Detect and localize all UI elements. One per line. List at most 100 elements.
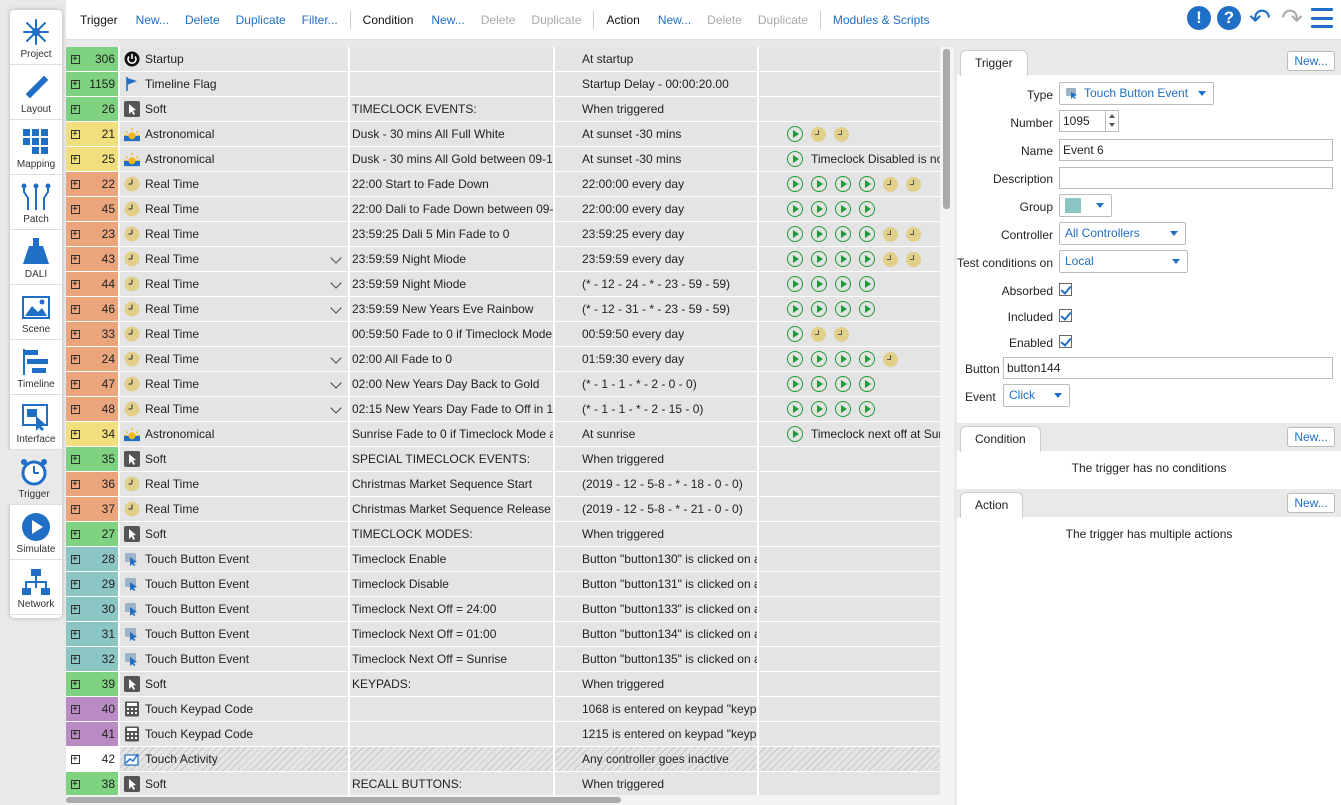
table-row[interactable]: +28 Touch Button Event Timeclock Enable But… — [66, 547, 940, 572]
table-row[interactable]: +33 Real Time 00:59:50 Fade to 0 if Timecl… — [66, 322, 940, 347]
trigger-new-panel-button[interactable]: New... — [1287, 51, 1335, 71]
nav-item-interface[interactable]: Interface — [10, 395, 62, 450]
group-select[interactable] — [1059, 194, 1112, 217]
expand-icon[interactable]: + — [70, 604, 80, 614]
number-stepper[interactable]: 1095 — [1059, 110, 1119, 132]
expand-icon[interactable]: + — [70, 154, 80, 164]
table-row[interactable]: +46 Real Time 23:59:59 New Years Eve Rainb… — [66, 297, 940, 322]
controller-select[interactable]: All Controllers — [1059, 222, 1186, 245]
expand-icon[interactable]: + — [70, 404, 80, 414]
expand-icon[interactable]: + — [70, 379, 80, 389]
expand-icon[interactable]: + — [70, 304, 80, 314]
table-row[interactable]: +48 Real Time 02:15 New Years Day Fade to … — [66, 397, 940, 422]
expand-icon[interactable]: + — [70, 329, 80, 339]
absorbed-checkbox[interactable] — [1059, 283, 1072, 296]
tab-condition[interactable]: Condition — [960, 426, 1041, 452]
expand-icon[interactable]: + — [70, 279, 80, 289]
modules-scripts-button[interactable]: Modules & Scripts — [825, 13, 938, 27]
table-row[interactable]: +30 Touch Button Event Timeclock Next Off … — [66, 597, 940, 622]
enabled-checkbox[interactable] — [1059, 335, 1072, 348]
expand-icon[interactable]: + — [70, 729, 80, 739]
event-select[interactable]: Click — [1003, 384, 1070, 407]
table-row[interactable]: +34 Astronomical Sunrise Fade to 0 if Time… — [66, 422, 940, 447]
expand-icon[interactable]: + — [70, 504, 80, 514]
expand-icon[interactable]: + — [70, 229, 80, 239]
nav-item-trigger[interactable]: Trigger — [6, 450, 62, 505]
table-row[interactable]: +26 Soft TIMECLOCK EVENTS: When triggered — [66, 97, 940, 122]
table-row[interactable]: +47 Real Time 02:00 New Years Day Back to … — [66, 372, 940, 397]
nav-item-dali[interactable]: DALI — [10, 230, 62, 285]
table-row[interactable]: +42 Touch Activity Any controller goes ina… — [66, 747, 940, 772]
tab-action[interactable]: Action — [960, 492, 1024, 518]
table-row[interactable]: +27 Soft TIMECLOCK MODES: When triggered — [66, 522, 940, 547]
type-select[interactable]: Touch Button Event — [1059, 82, 1214, 105]
table-row[interactable]: +1159 Timeline Flag Startup Delay - 00:00:… — [66, 72, 940, 97]
expand-icon[interactable]: + — [70, 179, 80, 189]
horizontal-scrollbar[interactable] — [66, 795, 940, 805]
action-new-panel-button[interactable]: New... — [1287, 493, 1335, 513]
table-row[interactable]: +22 Real Time 22:00 Start to Fade Down 22:0… — [66, 172, 940, 197]
nav-item-simulate[interactable]: Simulate — [10, 505, 62, 560]
trigger-duplicate-button[interactable]: Duplicate — [228, 13, 294, 27]
table-row[interactable]: +35 Soft SPECIAL TIMECLOCK EVENTS: When tri… — [66, 447, 940, 472]
help-icon[interactable]: ? — [1217, 6, 1241, 30]
hamburger-menu-icon[interactable] — [1311, 8, 1333, 28]
alert-icon[interactable]: ! — [1187, 6, 1211, 30]
trigger-delete-button[interactable]: Delete — [177, 13, 228, 27]
expand-icon[interactable]: + — [70, 54, 80, 64]
test-conditions-select[interactable]: Local — [1059, 250, 1188, 273]
table-row[interactable]: +40 Touch Keypad Code 1068 is entered on k… — [66, 697, 940, 722]
name-field[interactable] — [1059, 139, 1333, 161]
stepper-arrows[interactable] — [1105, 111, 1118, 131]
table-row[interactable]: +38 Soft RECALL BUTTONS: When triggered — [66, 772, 940, 797]
tab-trigger[interactable]: Trigger — [960, 50, 1028, 76]
expand-icon[interactable]: + — [70, 79, 80, 89]
table-row[interactable]: +37 Real Time Christmas Market Sequence Re… — [66, 497, 940, 522]
horizontal-scroll-thumb[interactable] — [66, 797, 621, 803]
table-row[interactable]: +23 Real Time 23:59:25 Dali 5 Min Fade to … — [66, 222, 940, 247]
table-row[interactable]: +36 Real Time Christmas Market Sequence St… — [66, 472, 940, 497]
table-row[interactable]: +45 Real Time 22:00 Dali to Fade Down betw… — [66, 197, 940, 222]
button-field[interactable] — [1003, 357, 1333, 379]
table-row[interactable]: +31 Touch Button Event Timeclock Next Off … — [66, 622, 940, 647]
chevron-down-icon[interactable] — [330, 277, 342, 289]
chevron-down-icon[interactable] — [330, 302, 342, 314]
expand-icon[interactable]: + — [70, 529, 80, 539]
condition-new-button[interactable]: New... — [423, 13, 472, 27]
chevron-down-icon[interactable] — [330, 252, 342, 264]
table-row[interactable]: +41 Touch Keypad Code 1215 is entered on k… — [66, 722, 940, 747]
expand-icon[interactable]: + — [70, 629, 80, 639]
nav-item-layout[interactable]: Layout — [10, 65, 62, 120]
nav-item-project[interactable]: Project — [10, 10, 62, 65]
table-row[interactable]: +32 Touch Button Event Timeclock Next Off … — [66, 647, 940, 672]
undo-icon[interactable]: ↶ — [1247, 5, 1273, 31]
expand-icon[interactable]: + — [70, 354, 80, 364]
table-row[interactable]: +43 Real Time 23:59:59 Night Miode 23:59:59… — [66, 247, 940, 272]
expand-icon[interactable]: + — [70, 554, 80, 564]
nav-item-timeline[interactable]: Timeline — [10, 340, 62, 395]
expand-icon[interactable]: + — [70, 754, 80, 764]
trigger-filter-button[interactable]: Filter... — [294, 13, 346, 27]
chevron-down-icon[interactable] — [330, 402, 342, 414]
table-row[interactable]: +306 Startup At startup — [66, 47, 940, 72]
expand-icon[interactable]: + — [70, 479, 80, 489]
expand-icon[interactable]: + — [70, 104, 80, 114]
chevron-down-icon[interactable] — [330, 352, 342, 364]
table-row[interactable]: +21 Astronomical Dusk - 30 mins All Full W… — [66, 122, 940, 147]
action-new-button[interactable]: New... — [650, 13, 699, 27]
expand-icon[interactable]: + — [70, 129, 80, 139]
expand-icon[interactable]: + — [70, 454, 80, 464]
table-row[interactable]: +39 Soft KEYPADS: When triggered — [66, 672, 940, 697]
expand-icon[interactable]: + — [70, 579, 80, 589]
nav-item-scene[interactable]: Scene — [10, 285, 62, 340]
vertical-scroll-thumb[interactable] — [943, 49, 950, 209]
expand-icon[interactable]: + — [70, 654, 80, 664]
nav-item-patch[interactable]: Patch — [10, 175, 62, 230]
expand-icon[interactable]: + — [70, 204, 80, 214]
table-row[interactable]: +29 Touch Button Event Timeclock Disable Bu… — [66, 572, 940, 597]
description-field[interactable] — [1059, 167, 1333, 189]
nav-item-network[interactable]: Network — [10, 560, 62, 615]
table-row[interactable]: +24 Real Time 02:00 All Fade to 0 01:59:30 … — [66, 347, 940, 372]
expand-icon[interactable]: + — [70, 779, 80, 789]
chevron-down-icon[interactable] — [330, 377, 342, 389]
